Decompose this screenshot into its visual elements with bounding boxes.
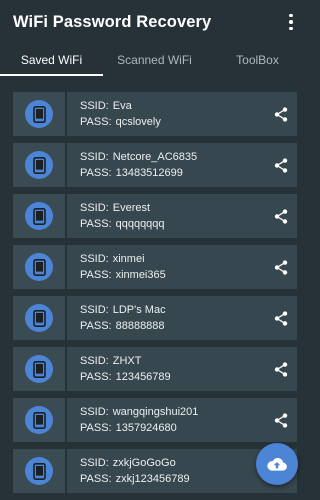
share-icon[interactable]	[265, 92, 297, 136]
pass-value: xinmei365	[115, 269, 166, 281]
tab-bar: Saved WiFi Scanned WiFi ToolBox	[0, 44, 309, 76]
tab-saved-wifi[interactable]: Saved WiFi	[0, 44, 103, 76]
phone-icon	[25, 202, 53, 230]
ssid-value: Eva	[112, 100, 132, 112]
wifi-card-icon-box	[13, 92, 67, 136]
app-title: WiFi Password Recovery	[13, 12, 212, 31]
wifi-card-details: SSID: ZHXT PASS: 123456789	[67, 347, 265, 391]
share-icon[interactable]	[265, 347, 297, 391]
wifi-card[interactable]: SSID: Netcore_AC6835 PASS: 13483512699	[13, 143, 297, 187]
ssid-label: SSID:	[80, 151, 109, 163]
phone-icon	[25, 100, 53, 128]
pass-label: PASS:	[80, 422, 112, 434]
wifi-card-details: SSID: xinmei PASS: xinmei365	[67, 245, 265, 289]
wifi-card[interactable]: SSID: Everest PASS: qqqqqqqq	[13, 194, 297, 238]
ssid-row: SSID: wangqingshui201	[80, 404, 265, 420]
ssid-value: LDP's Mac	[112, 304, 166, 316]
pass-label: PASS:	[80, 218, 112, 230]
pass-value: qcslovely	[115, 116, 161, 128]
pass-row: PASS: zxkj123456789	[80, 471, 265, 487]
wifi-card-details: SSID: Everest PASS: qqqqqqqq	[67, 194, 265, 238]
wifi-card-icon-box	[13, 347, 67, 391]
wifi-card[interactable]: SSID: Eva PASS: qcslovely	[13, 92, 297, 136]
saved-wifi-list: SSID: Eva PASS: qcslovely SSID: Netcore_AC6…	[13, 92, 297, 500]
ssid-label: SSID:	[80, 406, 109, 418]
wifi-card[interactable]: SSID: ZHXT PASS: 123456789	[13, 347, 297, 391]
pass-row: PASS: xinmei365	[80, 267, 265, 283]
ssid-label: SSID:	[80, 457, 109, 469]
pass-value: 88888888	[115, 320, 165, 332]
pass-value: 1357924680	[115, 422, 177, 434]
ssid-label: SSID:	[80, 355, 109, 367]
pass-value: zxkj123456789	[115, 473, 190, 485]
wifi-card-details: SSID: Netcore_AC6835 PASS: 13483512699	[67, 143, 265, 187]
pass-label: PASS:	[80, 371, 112, 383]
ssid-row: SSID: zxkjGoGoGo	[80, 455, 265, 471]
phone-icon	[25, 151, 53, 179]
ssid-row: SSID: Eva	[80, 98, 265, 114]
wifi-card[interactable]: SSID: zxkjGoGoGo PASS: zxkj123456789	[13, 449, 297, 493]
pass-value: 123456789	[115, 371, 171, 383]
phone-icon	[25, 457, 53, 485]
cloud-upload-icon[interactable]	[256, 443, 298, 485]
more-vert-icon[interactable]	[283, 12, 299, 32]
pass-row: PASS: 123456789	[80, 369, 265, 385]
ssid-value: ZHXT	[112, 355, 142, 367]
ssid-value: Netcore_AC6835	[112, 151, 198, 163]
phone-icon	[25, 406, 53, 434]
pass-row: PASS: 1357924680	[80, 420, 265, 436]
pass-row: PASS: 13483512699	[80, 165, 265, 181]
wifi-card[interactable]: SSID: xinmei PASS: xinmei365	[13, 245, 297, 289]
wifi-card-icon-box	[13, 194, 67, 238]
pass-row: PASS: qqqqqqqq	[80, 216, 265, 232]
ssid-label: SSID:	[80, 304, 109, 316]
ssid-value: Everest	[112, 202, 151, 214]
share-icon[interactable]	[265, 143, 297, 187]
pass-label: PASS:	[80, 269, 112, 281]
wifi-card[interactable]: SSID: LDP's Mac PASS: 88888888	[13, 296, 297, 340]
ssid-label: SSID:	[80, 100, 109, 112]
pass-label: PASS:	[80, 320, 112, 332]
share-icon[interactable]	[265, 194, 297, 238]
wifi-card-details: SSID: wangqingshui201 PASS: 1357924680	[67, 398, 265, 442]
ssid-label: SSID:	[80, 253, 109, 265]
phone-icon	[25, 355, 53, 383]
ssid-value: zxkjGoGoGo	[112, 457, 176, 469]
wifi-card-details: SSID: Eva PASS: qcslovely	[67, 92, 265, 136]
phone-icon	[25, 304, 53, 332]
wifi-card-details: SSID: LDP's Mac PASS: 88888888	[67, 296, 265, 340]
wifi-card-icon-box	[13, 296, 67, 340]
wifi-card-details: SSID: zxkjGoGoGo PASS: zxkj123456789	[67, 449, 265, 493]
wifi-card-icon-box	[13, 245, 67, 289]
wifi-card-icon-box	[13, 143, 67, 187]
tab-scanned-wifi[interactable]: Scanned WiFi	[103, 44, 206, 76]
share-icon[interactable]	[265, 296, 297, 340]
ssid-row: SSID: Everest	[80, 200, 265, 216]
share-icon[interactable]	[265, 245, 297, 289]
phone-icon	[25, 253, 53, 281]
wifi-card-icon-box	[13, 398, 67, 442]
wifi-card-icon-box	[13, 449, 67, 493]
pass-label: PASS:	[80, 473, 112, 485]
ssid-label: SSID:	[80, 202, 109, 214]
ssid-row: SSID: ZHXT	[80, 353, 265, 369]
ssid-value: wangqingshui201	[112, 406, 199, 418]
ssid-row: SSID: Netcore_AC6835	[80, 149, 265, 165]
pass-row: PASS: 88888888	[80, 318, 265, 334]
wifi-card[interactable]: SSID: wangqingshui201 PASS: 1357924680	[13, 398, 297, 442]
ssid-row: SSID: xinmei	[80, 251, 265, 267]
app-bar: WiFi Password Recovery	[0, 0, 309, 44]
ssid-value: xinmei	[112, 253, 145, 265]
tab-toolbox[interactable]: ToolBox	[206, 44, 309, 76]
pass-label: PASS:	[80, 116, 112, 128]
pass-row: PASS: qcslovely	[80, 114, 265, 130]
share-icon[interactable]	[265, 398, 297, 442]
pass-value: 13483512699	[115, 167, 183, 179]
pass-value: qqqqqqqq	[115, 218, 165, 230]
pass-label: PASS:	[80, 167, 112, 179]
ssid-row: SSID: LDP's Mac	[80, 302, 265, 318]
